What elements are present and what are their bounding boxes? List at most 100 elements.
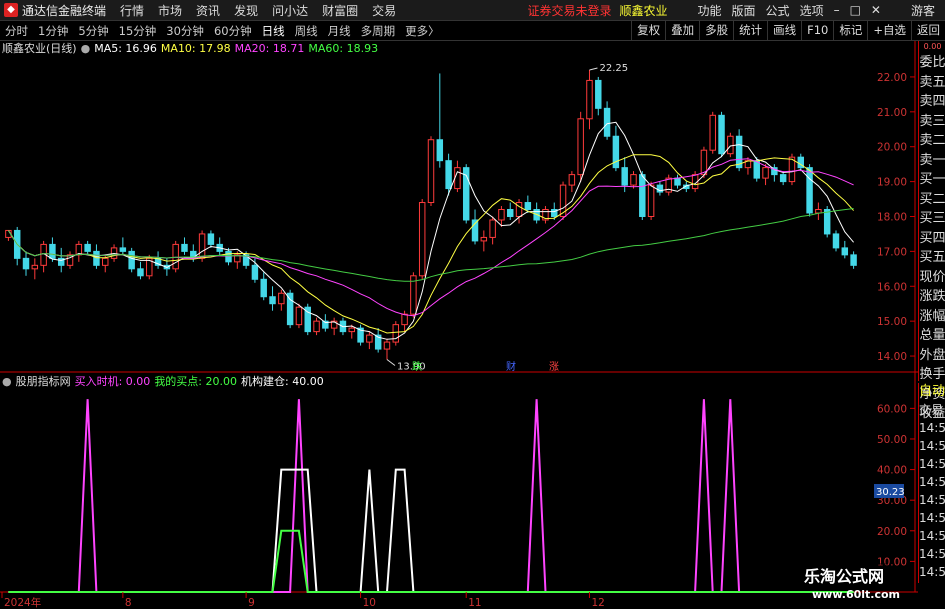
candle-body [436,139,444,162]
indicator-name[interactable]: 股朋指标网 [16,373,71,389]
candle-body [190,250,197,259]
period-more[interactable]: 更多〉 [405,23,440,39]
toolbar-draw[interactable]: 画线 [767,21,801,40]
menu-news[interactable]: 资讯 [196,2,220,19]
trade-label[interactable]: 交易 [919,401,945,419]
quote-label[interactable]: 涨幅 [919,307,945,327]
x-tick-label: 11 [468,597,481,609]
period-1min[interactable]: 1分钟 [38,23,68,39]
quote-label[interactable]: 外盘 [919,346,945,366]
kline-chart[interactable]: 22.00 21.00 20.00 19.00 18.00 17.00 16.00 15.00… [0,0,945,609]
trade-time: 14:56 [919,475,945,489]
x-tick-label: 8 [125,597,132,609]
menu-options[interactable]: 选项 [800,2,824,19]
menu-discover[interactable]: 发现 [234,2,258,19]
candle-body [718,114,725,155]
quote-label[interactable]: 买三 [919,209,945,229]
period-intraday[interactable]: 分时 [5,23,28,39]
quote-label[interactable]: 卖二 [919,131,945,151]
indicator-toggle-icon[interactable]: ● [2,375,12,388]
quote-label[interactable]: 现价 [919,268,945,288]
toolbar-multi-stock[interactable]: 多股 [699,21,733,40]
toolbar-f10[interactable]: F10 [801,21,833,40]
period-daily[interactable]: 日线 [262,23,285,39]
menu-formula[interactable]: 公式 [766,2,790,19]
menu-layout[interactable]: 版面 [732,2,756,19]
ind-y-tick-label: 40.00 [877,465,907,477]
candle-body [5,229,12,238]
quote-label[interactable]: 卖四 [919,92,945,112]
quote-label[interactable]: 卖五 [919,73,945,93]
candle-body [146,257,153,277]
menu-market[interactable]: 市场 [158,2,182,19]
candle-body [515,202,523,217]
quote-label[interactable]: 买一 [919,170,945,190]
candle-body [788,156,796,183]
menu-wealth[interactable]: 财富圈 [322,2,358,19]
candle-body [410,275,417,315]
toolbar-overlay[interactable]: 叠加 [665,21,699,40]
candle-body [13,229,21,259]
candle-body [674,177,681,186]
candle-body [427,139,435,204]
toolbar-stats[interactable]: 统计 [733,21,767,40]
quote-label[interactable]: 总量 [919,326,945,346]
menu-trade[interactable]: 交易 [372,2,396,19]
watermark-url: www.60lt.com [812,588,901,601]
period-60min[interactable]: 60分钟 [214,23,252,39]
quote-label[interactable]: 买二 [919,190,945,210]
stock-name-header: 顺鑫农业 [619,3,668,18]
candle-body [445,160,452,190]
high-pointer [589,67,598,71]
candle-body [366,334,373,343]
y-tick-label: 14.00 [877,351,907,363]
menu-ask[interactable]: 问小达 [272,2,308,19]
minimize-icon[interactable]: – [834,3,840,17]
ma5-label: MA5: 16.96 [94,41,157,55]
period-weekly[interactable]: 周线 [295,23,318,39]
candle-body [339,320,347,333]
marker-down: 跌 [412,360,422,373]
toolbar-back[interactable]: 返回 [911,21,945,40]
guest-label[interactable]: 游客 [911,2,935,19]
candle-body [154,257,162,266]
quote-label[interactable]: 买四 [919,229,945,249]
marker-finance: 财 [506,360,516,373]
period-multi[interactable]: 多周期 [361,23,396,39]
candle-body [286,292,294,326]
menu-quotes[interactable]: 行情 [120,2,144,19]
toolbar-add-watch[interactable]: +自选 [867,21,911,40]
toolbar-adjust[interactable]: 复权 [631,21,665,40]
trade-login-alert[interactable]: 证券交易未登录 [527,2,611,19]
indicator-line [8,468,854,593]
quote-label[interactable]: 买五 [919,248,945,268]
candle-body [251,264,259,280]
low-pointer [386,359,396,366]
auto-trade-label[interactable]: 自动 [919,383,945,401]
quote-label[interactable]: 委比 [919,53,945,73]
legend-toggle-icon[interactable]: ● [81,42,91,55]
period-15min[interactable]: 15分钟 [119,23,157,39]
candle-body [709,114,716,151]
period-monthly[interactable]: 月线 [328,23,351,39]
period-30min[interactable]: 30分钟 [166,23,204,39]
candle-body [278,292,285,305]
candle-body [850,254,857,266]
quote-label[interactable]: 卖一 [919,151,945,171]
candle-body [234,254,241,263]
trade-time: 14:56 [919,565,945,579]
trade-time: 14:56 [919,439,945,453]
close-icon[interactable]: ✕ [871,3,881,17]
x-tick-label: 12 [591,597,604,609]
period-5min[interactable]: 5分钟 [78,23,108,39]
candle-body [595,79,602,109]
indicator-my-buy: 我的买点: 20.00 [154,375,238,388]
quote-label[interactable]: 涨跌 [919,287,945,307]
menu-function[interactable]: 功能 [698,2,722,19]
candle-body [93,250,100,266]
quote-label[interactable]: 换手 [919,365,945,385]
restore-icon[interactable]: □ [850,3,861,17]
candle-body [823,209,831,235]
toolbar-mark[interactable]: 标记 [833,21,867,40]
quote-label[interactable]: 卖三 [919,112,945,132]
